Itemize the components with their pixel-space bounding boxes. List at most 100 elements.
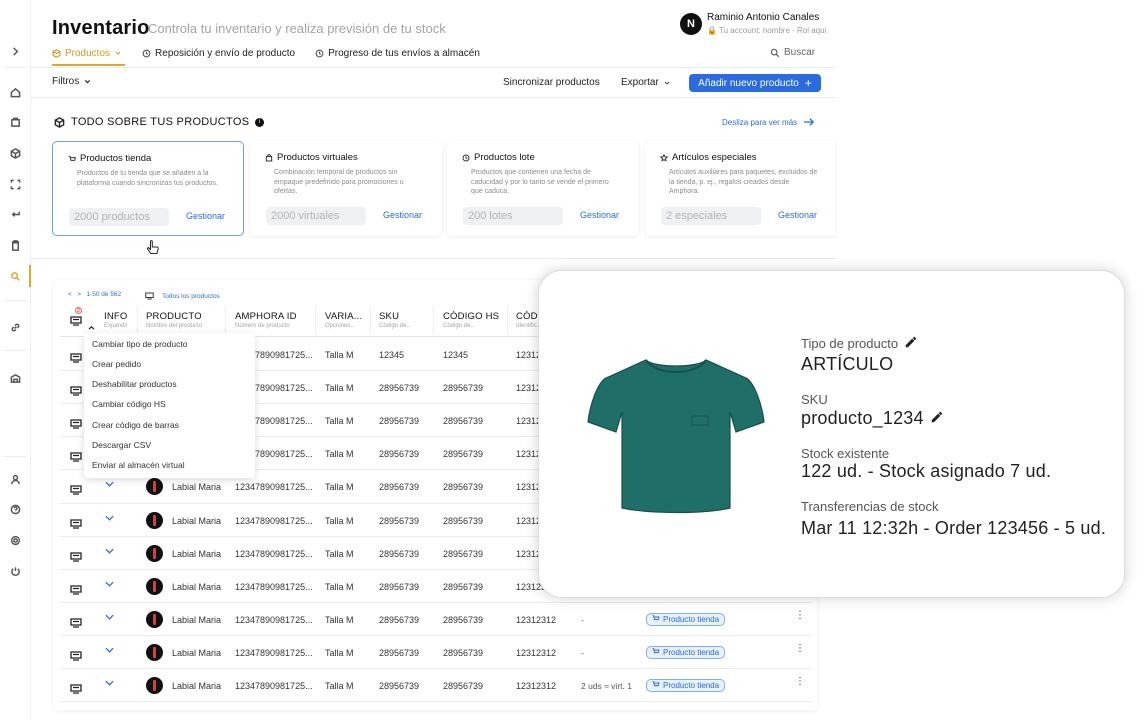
avatar[interactable]: N bbox=[680, 13, 702, 35]
scroll-more-link[interactable]: Desliza para ver más bbox=[722, 117, 815, 127]
cell-amphora-id: 12347890981725... bbox=[235, 549, 313, 559]
sync-products-button[interactable]: Sincronizar productos bbox=[503, 77, 600, 88]
inventory-icon[interactable] bbox=[0, 266, 31, 286]
product-card-icon[interactable] bbox=[70, 350, 82, 363]
manage-link[interactable]: Gestionar bbox=[186, 211, 225, 221]
expand-row-icon[interactable] bbox=[105, 640, 115, 653]
cell-hs-code: 12345 bbox=[443, 350, 469, 360]
product-card-icon[interactable] bbox=[70, 615, 82, 628]
product-card-icon[interactable] bbox=[70, 549, 82, 562]
clipboard-icon[interactable] bbox=[0, 235, 31, 255]
orders-icon[interactable] bbox=[0, 112, 31, 132]
expand-row-icon[interactable] bbox=[105, 508, 115, 521]
expand-row-icon[interactable] bbox=[105, 541, 115, 554]
scan-icon[interactable] bbox=[0, 174, 31, 194]
product-card-icon[interactable] bbox=[70, 516, 82, 529]
col-variante[interactable]: VARIA... bbox=[325, 311, 362, 322]
tab-reposicion[interactable]: Reposición y envío de producto bbox=[142, 44, 295, 62]
cell-variant: Talla M bbox=[325, 383, 354, 393]
product-card-icon[interactable] bbox=[70, 482, 82, 495]
cell-product[interactable]: Labial Maria bbox=[172, 482, 221, 492]
cell-product[interactable]: Labial Maria bbox=[172, 582, 221, 592]
filters-button[interactable]: Filtros bbox=[52, 76, 92, 87]
menu-change-hs-code[interactable]: Cambiar código HS bbox=[92, 399, 166, 409]
edit-pencil-icon[interactable] bbox=[930, 408, 944, 429]
prev-page-icon[interactable]: < bbox=[68, 291, 72, 298]
help-icon[interactable] bbox=[0, 499, 31, 519]
col-amphora-id[interactable]: AMPHORA ID bbox=[235, 311, 297, 322]
expand-sidebar-icon[interactable] bbox=[0, 41, 31, 61]
col-codigo[interactable]: CÓD bbox=[516, 311, 538, 322]
cell-hs-code: 28956739 bbox=[443, 482, 484, 492]
manage-link[interactable]: Gestionar bbox=[383, 210, 422, 220]
settings-icon[interactable] bbox=[0, 530, 31, 550]
product-type-badge[interactable]: Producto tienda bbox=[646, 613, 726, 626]
menu-send-virtual-warehouse[interactable]: Enviar al almacén virtual bbox=[92, 460, 185, 470]
col-info[interactable]: INFO bbox=[104, 311, 128, 322]
tab-progreso[interactable]: Progreso de tus envíos a almacén bbox=[315, 44, 480, 62]
manage-link[interactable]: Gestionar bbox=[580, 210, 619, 220]
return-icon[interactable] bbox=[0, 204, 31, 224]
all-products-filter[interactable]: Todos los productos bbox=[145, 292, 220, 300]
info-badge[interactable]: i bbox=[255, 117, 265, 127]
cell-sku: 28956739 bbox=[379, 482, 420, 492]
product-type-badge[interactable]: Producto tienda bbox=[646, 646, 726, 659]
product-card-icon[interactable] bbox=[70, 648, 82, 661]
product-card-icon bbox=[145, 292, 154, 300]
col-codigo-hs[interactable]: CÓDIGO HS bbox=[443, 311, 499, 322]
warehouse-icon[interactable] bbox=[0, 368, 31, 388]
product-card-icon[interactable] bbox=[70, 416, 82, 429]
cell-variant: Talla M bbox=[325, 582, 354, 592]
card-productos-virtuales[interactable]: Productos virtuales Combinación temporal… bbox=[250, 141, 442, 236]
cell-product[interactable]: Labial Maria bbox=[172, 549, 221, 559]
next-page-icon[interactable]: > bbox=[77, 291, 81, 298]
menu-create-barcode[interactable]: Crear código de barras bbox=[92, 420, 179, 430]
edit-pencil-icon[interactable] bbox=[904, 335, 918, 352]
box-icon[interactable] bbox=[0, 143, 31, 163]
product-type-label: Tipo de producto bbox=[801, 335, 918, 352]
product-card-icon[interactable] bbox=[70, 449, 82, 462]
card-productos-lote[interactable]: Productos lote Productos que contienen u… bbox=[447, 141, 639, 236]
col-producto[interactable]: PRODUCTO bbox=[146, 311, 202, 322]
menu-disable-products[interactable]: Deshabilitar productos bbox=[92, 379, 177, 389]
row-divider bbox=[60, 668, 812, 669]
active-tab-underline bbox=[52, 64, 125, 66]
column-separator bbox=[225, 307, 226, 333]
tab-productos[interactable]: Productos bbox=[52, 44, 122, 62]
cell-hs-code: 28956739 bbox=[443, 582, 484, 592]
col-sku[interactable]: SKU bbox=[379, 311, 399, 322]
pager[interactable]: < > 1-50 de 562 bbox=[68, 291, 128, 299]
product-card-icon[interactable] bbox=[70, 383, 82, 396]
menu-change-type[interactable]: Cambiar tipo de producto bbox=[92, 339, 187, 349]
product-type-badge[interactable]: Producto tienda bbox=[646, 679, 726, 692]
cell-product[interactable]: Labial Maria bbox=[172, 648, 221, 658]
manage-link[interactable]: Gestionar bbox=[778, 210, 817, 220]
more-options-icon[interactable]: ⋮ bbox=[795, 611, 805, 621]
card-articulos-especiales[interactable]: Artículos especiales Artículos auxiliare… bbox=[645, 141, 835, 236]
more-options-icon[interactable]: ⋮ bbox=[795, 644, 805, 654]
search-button[interactable]: Buscar bbox=[770, 47, 815, 58]
menu-create-order[interactable]: Crear pedido bbox=[92, 359, 141, 369]
link-icon[interactable] bbox=[0, 317, 31, 337]
product-card-icon[interactable] bbox=[70, 681, 82, 694]
user-icon[interactable] bbox=[0, 469, 31, 489]
search-icon bbox=[770, 48, 780, 57]
logout-icon[interactable] bbox=[0, 561, 31, 581]
menu-download-csv[interactable]: Descargar CSV bbox=[92, 440, 151, 450]
tab-label: Productos bbox=[65, 47, 111, 59]
cell-product[interactable]: Labial Maria bbox=[172, 516, 221, 526]
expand-row-icon[interactable] bbox=[105, 607, 115, 620]
add-product-button[interactable]: Añadir nuevo producto + bbox=[689, 74, 821, 92]
export-button[interactable]: Exportar bbox=[621, 77, 671, 88]
more-options-icon[interactable]: ⋮ bbox=[795, 677, 805, 687]
user-account: 🔒 Tu account: nombre · Rol aqui bbox=[707, 26, 827, 35]
cell-product[interactable]: Labial Maria bbox=[172, 615, 221, 625]
expand-row-icon[interactable] bbox=[105, 574, 115, 587]
bulk-select-toggle[interactable]: 2 bbox=[70, 307, 82, 331]
expand-row-icon[interactable] bbox=[105, 673, 115, 686]
home-icon[interactable] bbox=[0, 82, 31, 102]
cell-product[interactable]: Labial Maria bbox=[172, 681, 221, 691]
product-card-icon[interactable] bbox=[70, 582, 82, 595]
card-productos-tienda[interactable]: Productos tienda Productos de tu tienda … bbox=[52, 141, 244, 236]
badge-label: Producto tienda bbox=[663, 615, 720, 624]
